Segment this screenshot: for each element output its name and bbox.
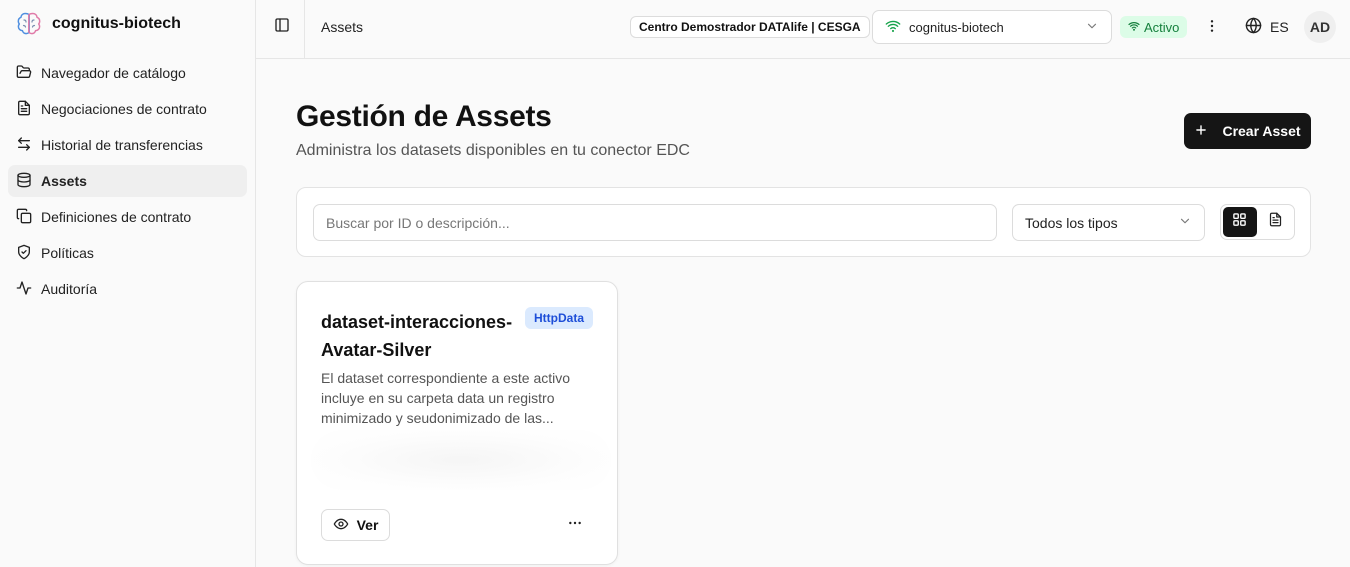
- sidebar-item-audit[interactable]: Auditoría: [8, 273, 247, 305]
- create-asset-label: Crear Asset: [1222, 123, 1301, 139]
- chevron-down-icon: [1178, 214, 1192, 231]
- organization-badge: Centro Demostrador DATAlife | CESGA: [630, 16, 870, 38]
- create-asset-button[interactable]: Crear Asset: [1184, 113, 1311, 149]
- plus-icon: [1194, 123, 1208, 140]
- brand-name: cognitus-biotech: [52, 15, 181, 32]
- filter-bar: Todos los tipos: [296, 187, 1311, 257]
- topbar: Assets Centro Demostrador DATAlife | CES…: [256, 0, 1350, 59]
- file-text-icon: [1268, 212, 1283, 232]
- type-filter-select[interactable]: Todos los tipos: [1012, 204, 1205, 241]
- more-vertical-icon: [1204, 18, 1220, 37]
- language-code: ES: [1270, 19, 1289, 35]
- list-view-button[interactable]: [1259, 207, 1293, 237]
- asset-description: El dataset correspondiente a este activo…: [321, 370, 571, 426]
- connector-select[interactable]: cognitus-biotech: [872, 10, 1112, 44]
- sidebar-item-contract-definitions[interactable]: Definiciones de contrato: [8, 201, 247, 233]
- grid-icon: [1232, 212, 1247, 232]
- wifi-icon: [1128, 20, 1140, 35]
- globe-icon: [1245, 17, 1262, 37]
- sidebar-item-contract-negotiations[interactable]: Negociaciones de contrato: [8, 93, 247, 125]
- status-text: Activo: [1144, 19, 1180, 35]
- sidebar-item-catalog-browser[interactable]: Navegador de catálogo: [8, 57, 247, 89]
- page-subtitle: Administra los datasets disponibles en t…: [296, 142, 690, 159]
- sidebar-item-label: Assets: [41, 173, 87, 189]
- sidebar-toggle-button[interactable]: [272, 16, 292, 36]
- topbar-divider: [304, 0, 305, 58]
- wifi-icon: [885, 18, 901, 37]
- sidebar-item-transfer-history[interactable]: Historial de transferencias: [8, 129, 247, 161]
- copy-icon: [16, 208, 32, 227]
- search-input[interactable]: [313, 204, 997, 241]
- folder-open-icon: [16, 64, 32, 83]
- activity-icon: [16, 280, 32, 299]
- brain-logo-icon: [16, 9, 42, 40]
- database-icon: [16, 172, 32, 191]
- grid-view-button[interactable]: [1223, 207, 1257, 237]
- sidebar-item-label: Políticas: [41, 245, 94, 261]
- sidebar-item-label: Navegador de catálogo: [41, 65, 186, 81]
- sidebar-item-label: Definiciones de contrato: [41, 209, 192, 225]
- asset-type-badge: HttpData: [525, 307, 593, 329]
- sidebar-item-label: Historial de transferencias: [41, 137, 203, 153]
- language-switcher[interactable]: ES: [1245, 17, 1289, 37]
- connector-select-value: cognitus-biotech: [909, 19, 1004, 35]
- asset-more-button[interactable]: [565, 514, 585, 534]
- panel-left-icon: [274, 17, 290, 36]
- eye-icon: [333, 516, 349, 535]
- sidebar-item-assets[interactable]: Assets: [8, 165, 247, 197]
- sidebar-item-label: Auditoría: [41, 281, 98, 297]
- breadcrumb: Assets: [321, 19, 364, 35]
- chevron-down-icon: [1085, 19, 1099, 36]
- status-badge: Activo: [1120, 16, 1188, 38]
- sidebar-item-label: Negociaciones de contrato: [41, 101, 207, 117]
- asset-title: dataset-interacciones-Avatar-Silver: [321, 312, 513, 360]
- more-options-button[interactable]: [1202, 17, 1222, 37]
- avatar[interactable]: AD: [1304, 11, 1336, 43]
- type-filter-value: Todos los tipos: [1025, 214, 1118, 231]
- view-asset-button[interactable]: Ver: [321, 509, 390, 541]
- sidebar-nav: Navegador de catálogo Negociaciones de c…: [8, 57, 247, 309]
- view-asset-label: Ver: [356, 517, 379, 533]
- arrows-left-right-icon: [16, 136, 32, 155]
- sidebar: cognitus-biotech Navegador de catálogo N…: [0, 0, 256, 567]
- loading-placeholder: [311, 430, 611, 490]
- brand[interactable]: cognitus-biotech: [16, 10, 181, 38]
- asset-card: dataset-interacciones-Avatar-Silver Http…: [296, 281, 618, 565]
- shield-check-icon: [16, 244, 32, 263]
- view-mode-toggle: [1220, 204, 1295, 240]
- page-title: Gestión de Assets: [296, 100, 552, 133]
- sidebar-item-policies[interactable]: Políticas: [8, 237, 247, 269]
- file-text-icon: [16, 100, 32, 119]
- more-horizontal-icon: [567, 515, 583, 534]
